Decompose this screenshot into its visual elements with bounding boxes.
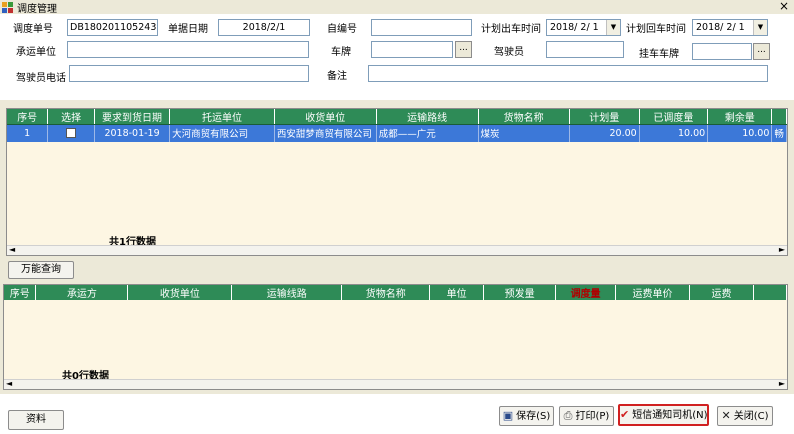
col-header[interactable]: 选择 [47, 109, 95, 125]
driver-field[interactable] [546, 41, 624, 58]
plan-back-picker[interactable]: 2018/ 2/ 1 ▼ [692, 19, 768, 36]
scroll-right-icon[interactable]: ► [779, 379, 785, 388]
cell-goods: 煤炭 [478, 124, 570, 142]
doc-date-label: 单据日期 [168, 24, 208, 35]
scroll-right-icon[interactable]: ► [779, 245, 785, 254]
horizontal-scrollbar[interactable]: ◄ ► [4, 379, 787, 389]
cell-no: 1 [7, 124, 49, 142]
driver-phone-label: 驾驶员电话 [16, 73, 66, 84]
source-table: 序号 选择 要求到货日期 托运单位 收货单位 运输路线 货物名称 计划量 已调度… [7, 109, 787, 142]
driver-label: 驾驶员 [494, 47, 524, 58]
chevron-down-icon[interactable]: ▼ [753, 20, 767, 35]
col-header[interactable]: 剩余量 [707, 109, 773, 125]
close-label: 关闭(C) [733, 411, 769, 422]
remark-label: 备注 [327, 71, 347, 82]
col-header[interactable]: 运输线路 [231, 285, 343, 300]
carrier-field[interactable] [67, 41, 309, 58]
plan-back-value: 2018/ 2/ 1 [696, 22, 745, 33]
col-header[interactable]: 承运方 [35, 285, 129, 300]
universal-query-button[interactable]: 万能查询 [8, 261, 74, 279]
cell-shipper: 大河商贸有限公司 [169, 124, 275, 142]
save-label: 保存(S) [516, 411, 551, 422]
col-header[interactable]: 要求到货日期 [94, 109, 171, 125]
cell-extra: 畅 [771, 124, 787, 142]
save-button[interactable]: ▣ 保存(S) [499, 406, 554, 426]
col-header-filler [771, 109, 787, 125]
dispatch-no-label: 调度单号 [13, 24, 53, 35]
close-button[interactable]: ✕ 关闭(C) [717, 406, 773, 426]
printer-icon: ⎙ [563, 409, 573, 422]
col-header[interactable]: 收货单位 [127, 285, 233, 300]
carrier-label: 承运单位 [16, 47, 56, 58]
save-icon: ▣ [502, 409, 514, 422]
doc-date-field[interactable]: 2018/2/1 [218, 19, 310, 36]
plate-label: 车牌 [331, 47, 351, 58]
cell-date: 2018-01-19 [94, 124, 171, 142]
col-header[interactable]: 序号 [4, 285, 37, 300]
cell-route: 成都——广元 [376, 124, 479, 142]
col-header[interactable]: 单位 [429, 285, 485, 300]
plan-out-picker[interactable]: 2018/ 2/ 1 ▼ [546, 19, 621, 36]
detail-table: 序号 承运方 收货单位 运输线路 货物名称 单位 预发量 调度量 运费单价 运费 [4, 285, 787, 300]
close-icon: ✕ [721, 409, 731, 422]
window-title: 调度管理 [17, 3, 57, 15]
app-icon [2, 1, 13, 13]
col-header[interactable]: 运费 [689, 285, 754, 300]
cell-select[interactable] [47, 124, 95, 142]
col-header[interactable]: 运费单价 [615, 285, 690, 300]
plan-back-label: 计划回车时间 [626, 24, 686, 35]
col-header[interactable]: 序号 [7, 109, 49, 125]
scroll-left-icon[interactable]: ◄ [9, 245, 15, 254]
dispatch-no-field[interactable]: DB1802011052431808 [67, 19, 158, 36]
col-header[interactable]: 已调度量 [639, 109, 709, 125]
trailer-label: 挂车车牌 [639, 49, 679, 60]
col-header-dispatch-qty[interactable]: 调度量 [555, 285, 617, 300]
col-header[interactable]: 预发量 [483, 285, 557, 300]
plate-field[interactable] [371, 41, 453, 58]
driver-phone-field[interactable] [69, 65, 309, 82]
col-header[interactable]: 计划量 [569, 109, 640, 125]
plan-out-label: 计划出车时间 [481, 24, 541, 35]
sms-notify-driver-button[interactable]: ✔ 短信通知司机(N) [618, 404, 709, 426]
col-header[interactable]: 托运单位 [169, 109, 275, 125]
scroll-left-icon[interactable]: ◄ [6, 379, 12, 388]
table-row[interactable]: 1 2018-01-19 大河商贸有限公司 西安甜梦商贸有限公司 成都——广元 … [7, 124, 787, 142]
remark-field[interactable] [368, 65, 768, 82]
dispatch-source-grid: 序号 选择 要求到货日期 托运单位 收货单位 运输路线 货物名称 计划量 已调度… [6, 108, 788, 256]
close-window-button[interactable]: × [777, 0, 791, 13]
cell-remaining: 10.00 [707, 124, 773, 142]
horizontal-scrollbar[interactable]: ◄ ► [7, 245, 787, 255]
col-header[interactable]: 货物名称 [341, 285, 431, 300]
check-icon: ✔ [620, 408, 630, 421]
cell-dispatched: 10.00 [639, 124, 709, 142]
sms-label: 短信通知司机(N) [632, 410, 708, 421]
col-header-filler [753, 285, 787, 300]
header-form: 调度单号 DB1802011052431808 单据日期 2018/2/1 自编… [0, 14, 794, 100]
plate-lookup-button[interactable]: ... [455, 41, 472, 58]
title-bar: 调度管理 × [0, 0, 794, 15]
row-checkbox[interactable] [66, 128, 77, 139]
cell-plan: 20.00 [569, 124, 640, 142]
col-header[interactable]: 收货单位 [274, 109, 377, 125]
chevron-down-icon[interactable]: ▼ [606, 20, 620, 35]
trailer-lookup-button[interactable]: ... [753, 43, 770, 60]
self-no-label: 自编号 [327, 24, 357, 35]
print-label: 打印(P) [575, 411, 610, 422]
col-header[interactable]: 货物名称 [478, 109, 570, 125]
cell-consignee: 西安甜梦商贸有限公司 [274, 124, 377, 142]
trailer-field[interactable] [692, 43, 752, 60]
dispatch-detail-grid: 序号 承运方 收货单位 运输线路 货物名称 单位 预发量 调度量 运费单价 运费… [3, 284, 788, 390]
print-button[interactable]: ⎙ 打印(P) [559, 406, 614, 426]
self-no-field[interactable] [371, 19, 472, 36]
button-bar: 资料 ▣ 保存(S) ⎙ 打印(P) ✔ 短信通知司机(N) ✕ 关闭(C) [0, 394, 794, 434]
col-header[interactable]: 运输路线 [376, 109, 479, 125]
data-button[interactable]: 资料 [8, 410, 64, 430]
plan-out-value: 2018/ 2/ 1 [550, 22, 599, 33]
